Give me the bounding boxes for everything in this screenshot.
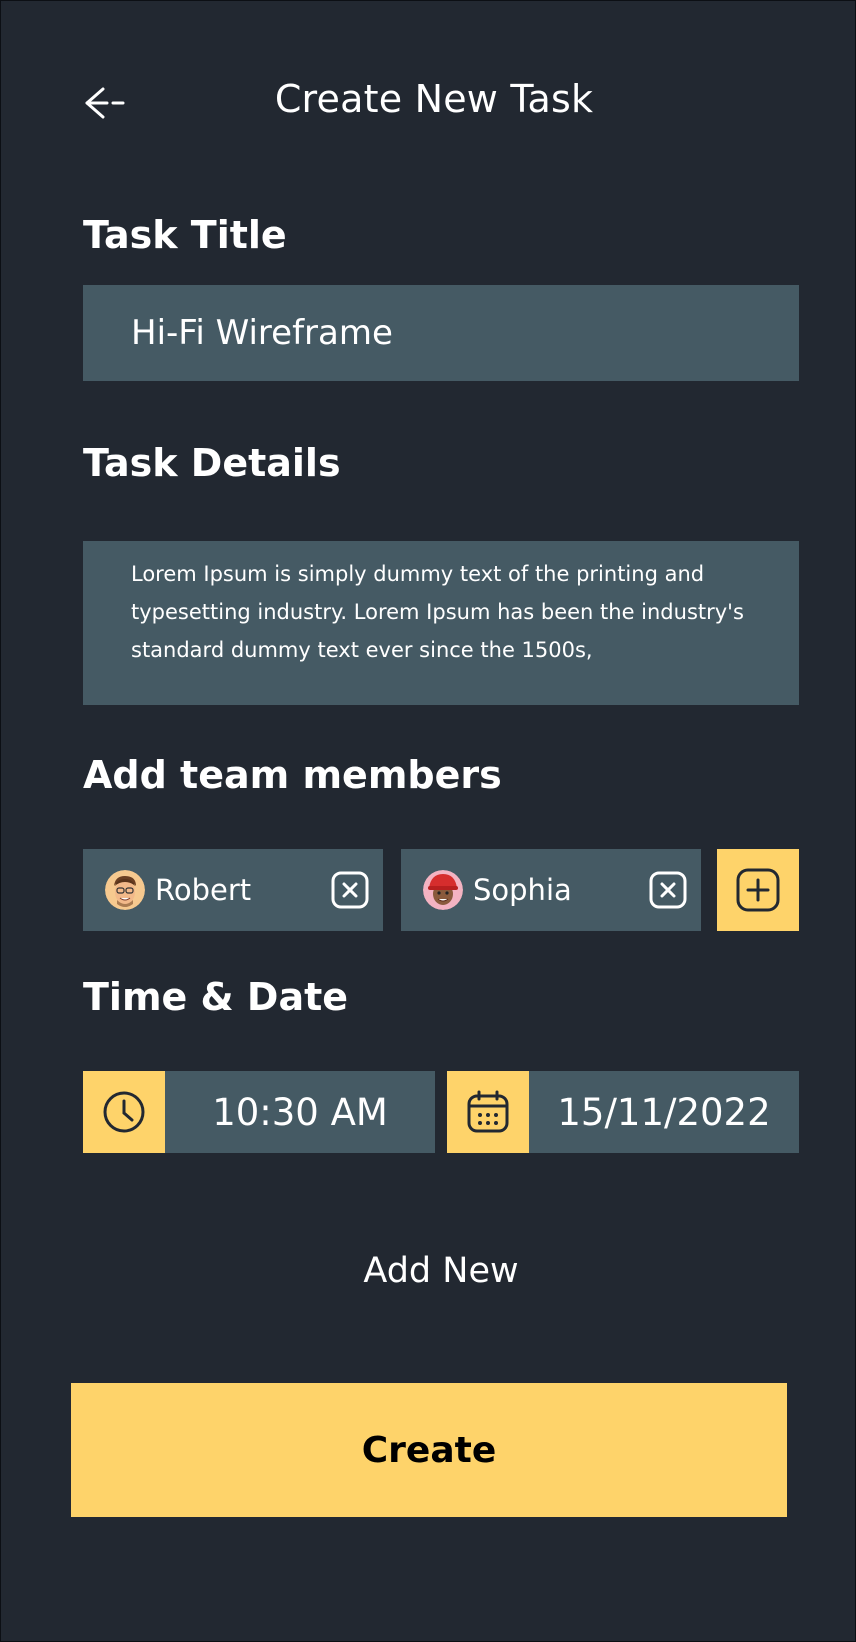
team-members-label: Add team members bbox=[83, 753, 502, 797]
x-square-icon bbox=[331, 871, 369, 909]
clock-icon bbox=[103, 1091, 145, 1133]
member-chip-robert: Robert bbox=[83, 849, 383, 931]
task-title-label: Task Title bbox=[83, 213, 287, 257]
member-name: Robert bbox=[155, 873, 252, 907]
remove-member-button[interactable] bbox=[649, 871, 687, 909]
create-task-screen: Create New Task Task Title Hi-Fi Wirefra… bbox=[0, 0, 856, 1642]
create-button[interactable]: Create bbox=[71, 1383, 787, 1517]
memoji-man-avatar bbox=[105, 870, 145, 910]
time-date-label: Time & Date bbox=[83, 975, 349, 1019]
date-value: 15/11/2022 bbox=[557, 1090, 771, 1134]
task-title-value: Hi-Fi Wireframe bbox=[131, 313, 393, 353]
remove-member-button[interactable] bbox=[331, 871, 369, 909]
date-icon-box bbox=[447, 1071, 529, 1153]
time-picker[interactable]: 10:30 AM bbox=[83, 1071, 435, 1153]
page-title: Create New Task bbox=[274, 77, 594, 121]
task-title-input[interactable]: Hi-Fi Wireframe bbox=[83, 285, 799, 381]
task-details-value: Lorem Ipsum is simply dummy text of the … bbox=[131, 562, 744, 662]
add-new-link[interactable]: Add New bbox=[1, 1251, 855, 1291]
member-chip-sophia: Sophia bbox=[401, 849, 701, 931]
task-details-input[interactable]: Lorem Ipsum is simply dummy text of the … bbox=[83, 541, 799, 705]
add-member-button[interactable] bbox=[717, 849, 799, 931]
create-button-label: Create bbox=[361, 1429, 497, 1471]
date-picker[interactable]: 15/11/2022 bbox=[447, 1071, 799, 1153]
task-details-label: Task Details bbox=[83, 441, 341, 485]
plus-square-icon bbox=[736, 868, 780, 912]
memoji-woman-avatar bbox=[423, 870, 463, 910]
time-icon-box bbox=[83, 1071, 165, 1153]
member-name: Sophia bbox=[473, 873, 572, 907]
time-value: 10:30 AM bbox=[212, 1090, 388, 1134]
calendar-icon bbox=[467, 1090, 509, 1133]
x-square-icon bbox=[649, 871, 687, 909]
